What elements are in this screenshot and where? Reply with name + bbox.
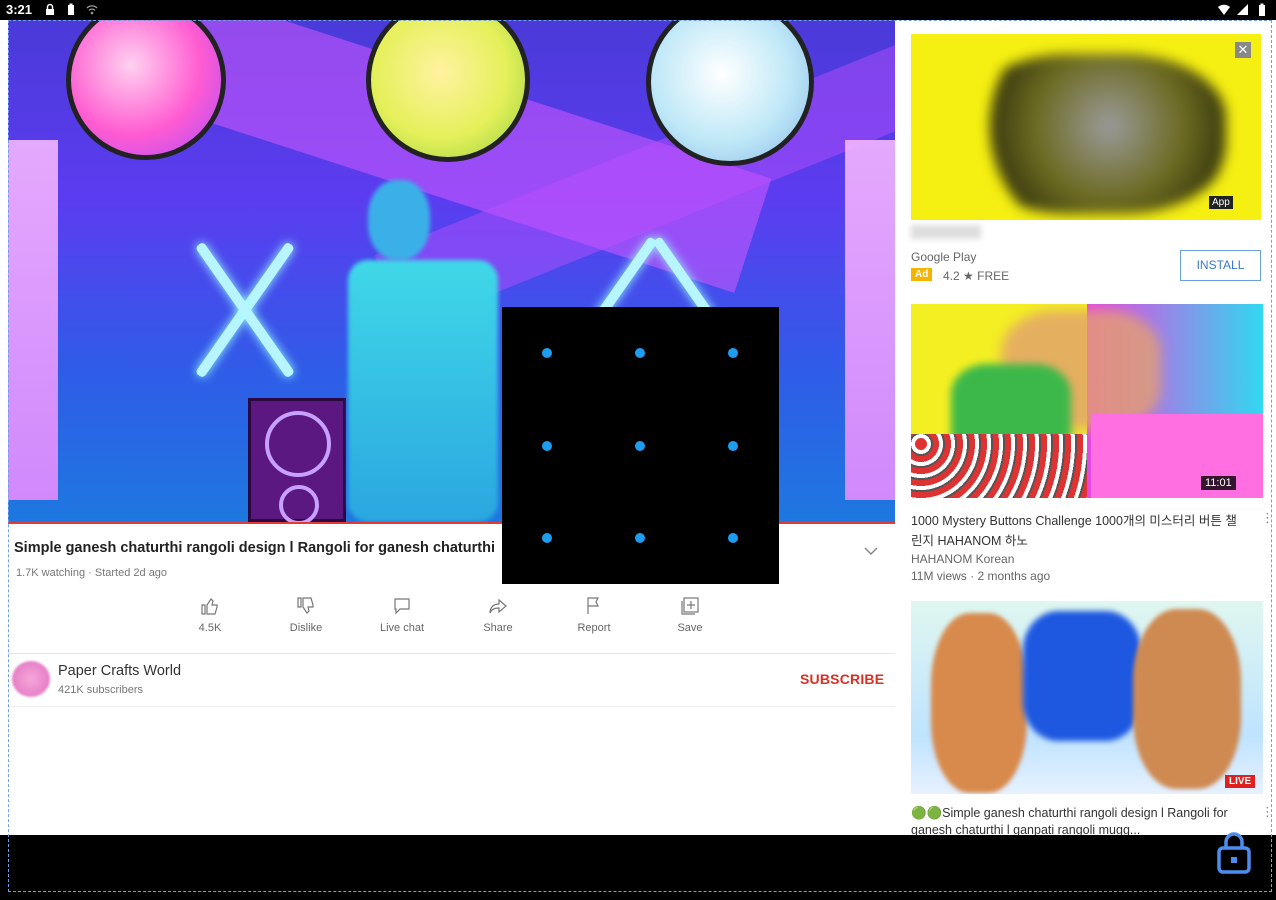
ad-type-tag: App <box>1209 196 1233 209</box>
more-options-icon[interactable]: ⋮ <box>1261 510 1274 526</box>
video-thumbnail[interactable] <box>911 601 1263 794</box>
chevron-down-icon[interactable] <box>862 542 880 560</box>
related-video-title[interactable]: 1000 Mystery Buttons Challenge 1000개의 미스… <box>911 511 1241 551</box>
action-bar: 4.5K Dislike Live chat Share Report Save <box>162 596 738 634</box>
performer <box>348 260 498 522</box>
status-bar: 3:21 <box>0 0 1276 20</box>
ad-badge: Ad <box>911 268 933 281</box>
thumbs-up-icon <box>201 598 218 615</box>
live-badge: LIVE <box>1225 775 1256 788</box>
report-button[interactable]: Report <box>546 596 642 634</box>
subscriber-count: 421K subscribers <box>58 684 143 696</box>
pattern-lock-grid[interactable] <box>502 307 779 584</box>
video-thumbnail[interactable] <box>911 304 1263 498</box>
pattern-dot[interactable] <box>728 348 738 358</box>
video-duration: 11:01 <box>1201 476 1236 490</box>
wifi-calling-icon <box>86 5 98 15</box>
video-meta: 1.7K watching · Started 2d ago <box>16 567 168 579</box>
divider <box>8 706 895 707</box>
divider <box>8 653 895 654</box>
ad-thumbnail[interactable] <box>911 34 1261 220</box>
pattern-dot[interactable] <box>542 348 552 358</box>
speaker <box>248 398 346 522</box>
ad-rating: 4.2 ★ FREE <box>943 269 1010 283</box>
pattern-dot[interactable] <box>728 533 738 543</box>
save-button[interactable]: Save <box>642 596 738 634</box>
lock-icon[interactable] <box>1216 832 1252 874</box>
stage-pillar <box>8 140 58 500</box>
share-icon <box>489 598 507 614</box>
related-sidebar: ✕ App Google Play Ad 4.2 ★ FREE INSTALL … <box>895 20 1276 835</box>
signal-icon <box>1237 4 1248 15</box>
flag-icon <box>587 597 599 614</box>
dislike-button[interactable]: Dislike <box>258 596 354 634</box>
battery-icon <box>1259 3 1265 16</box>
status-time: 3:21 <box>6 2 33 17</box>
navigation-bar <box>0 835 1276 900</box>
channel-avatar[interactable] <box>12 661 50 697</box>
pattern-dot[interactable] <box>728 441 738 451</box>
pattern-dot[interactable] <box>542 533 552 543</box>
related-video-title[interactable]: 🟢🟢Simple ganesh chaturthi rangoli design… <box>911 805 1251 835</box>
chat-icon <box>394 598 410 615</box>
battery-saver-icon <box>68 3 74 15</box>
pattern-dot[interactable] <box>635 441 645 451</box>
stage-pillar <box>845 140 895 500</box>
add-to-playlist-icon <box>681 597 699 615</box>
like-button[interactable]: 4.5K <box>162 596 258 634</box>
close-icon[interactable]: ✕ <box>1235 42 1251 58</box>
pattern-dot[interactable] <box>542 441 552 451</box>
video-title: Simple ganesh chaturthi rangoli design l… <box>14 540 495 556</box>
live-chat-button[interactable]: Live chat <box>354 596 450 634</box>
wifi-icon <box>1218 4 1230 15</box>
ad-advertiser: Google Play <box>911 250 977 264</box>
disco-ball <box>66 20 226 160</box>
ad-app-name <box>911 225 981 239</box>
channel-name[interactable]: Paper Crafts World <box>58 663 181 679</box>
related-video-channel: HAHANOM Korean <box>911 552 1015 566</box>
thumbs-down-icon <box>297 597 314 614</box>
lock-icon <box>46 3 54 15</box>
share-button[interactable]: Share <box>450 596 546 634</box>
install-button[interactable]: INSTALL <box>1180 250 1261 281</box>
app-screen: Simple ganesh chaturthi rangoli design l… <box>0 20 1276 835</box>
pattern-dot[interactable] <box>635 533 645 543</box>
pattern-dot[interactable] <box>635 348 645 358</box>
performer <box>368 180 430 260</box>
subscribe-button[interactable]: SUBSCRIBE <box>800 671 884 687</box>
more-options-icon[interactable]: ⋮ <box>1261 804 1274 820</box>
related-video-stats: 11M views · 2 months ago <box>911 569 1051 583</box>
